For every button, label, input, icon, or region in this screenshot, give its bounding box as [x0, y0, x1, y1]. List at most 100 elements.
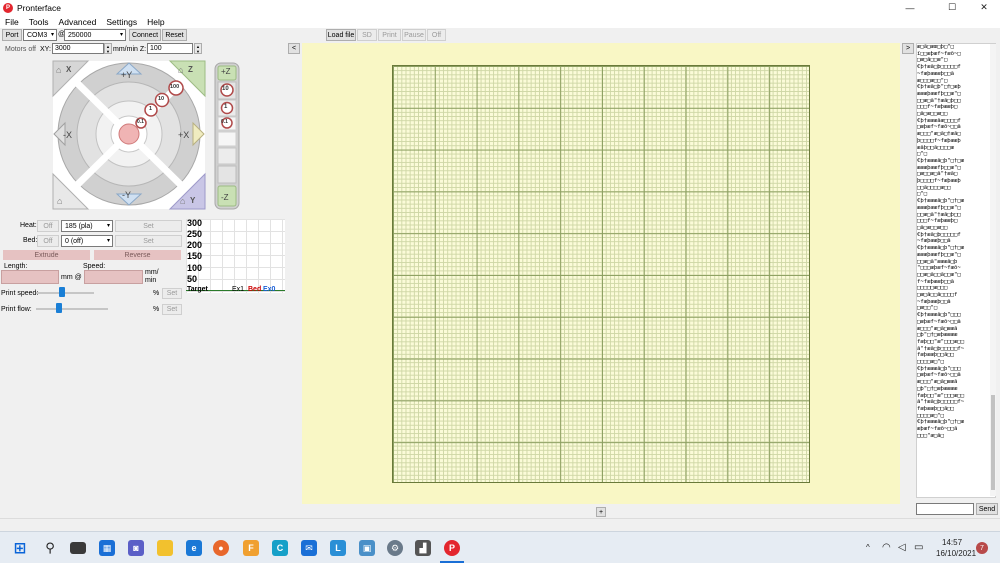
z-1-label: 1	[224, 104, 228, 110]
print-flow-slider-thumb[interactable]	[56, 303, 63, 313]
reset-button[interactable]: Reset	[162, 29, 187, 41]
console-line: □æ□ã□□ã□□□□f	[917, 292, 958, 299]
heat-label: Heat:	[20, 222, 37, 229]
legend-target: Target	[187, 286, 208, 293]
file-explorer-icon[interactable]	[157, 540, 173, 556]
volume-icon[interactable]: ◁	[898, 542, 906, 553]
pronterface-taskbar-icon[interactable]: P	[444, 540, 460, 556]
mail-icon[interactable]: ✉	[301, 540, 317, 556]
console-line: □æþæf~fæõ~□□ã	[917, 124, 961, 131]
xy-speed-spinner[interactable]: ▲ ▼	[104, 43, 112, 54]
home-x-icon[interactable]: ⌂	[56, 65, 61, 75]
menu-advanced[interactable]: Advanced	[54, 17, 102, 27]
chevron-down-icon: ▾	[50, 32, 54, 38]
speed-input[interactable]	[84, 270, 143, 284]
baud-select[interactable]: 250000 ▾	[64, 29, 126, 41]
widgets-icon[interactable]: ▦	[99, 540, 115, 556]
notification-badge[interactable]: 7	[976, 542, 988, 554]
mm-min-z-label: mm/min Z:	[113, 46, 147, 53]
clock-time[interactable]: 14:57	[942, 538, 962, 547]
print-speed-set-button[interactable]: Set	[162, 288, 182, 299]
app-c-icon[interactable]: C	[272, 540, 288, 556]
windows-start-icon[interactable]: ⊞	[12, 540, 28, 557]
console-line: €þ†æææãæ□□□□f	[917, 117, 961, 124]
length-input[interactable]	[1, 270, 59, 284]
port-button[interactable]: Port	[2, 29, 22, 41]
home-z-icon[interactable]: ⌂	[178, 65, 183, 75]
connect-button[interactable]: Connect	[129, 29, 161, 41]
clock-date[interactable]: 16/10/2021	[936, 549, 976, 558]
bed-select[interactable]: 0 (off) ▾	[61, 235, 113, 247]
console-scroll-thumb[interactable]	[991, 395, 995, 490]
battery-icon[interactable]: ▭	[914, 542, 923, 553]
console-line: f~fæþææþ□□ã	[917, 278, 955, 285]
z-speed-input[interactable]: 100	[147, 43, 193, 54]
heat-set-button[interactable]: Set	[115, 220, 182, 232]
close-icon[interactable]: ✕	[966, 0, 1000, 15]
remote-desktop-icon[interactable]: ▣	[359, 540, 375, 556]
console-line: □□æ□ã□□ã□□æ"□	[917, 271, 961, 278]
task-view-icon[interactable]	[70, 542, 86, 554]
search-icon[interactable]: ⚲	[42, 540, 58, 556]
app-f-icon[interactable]: F	[243, 540, 259, 556]
menu-file[interactable]: File	[0, 17, 24, 27]
build-plate-grid[interactable]	[392, 65, 810, 483]
z-step-1-down-button[interactable]	[217, 147, 237, 165]
off-button[interactable]: Off	[427, 29, 446, 41]
load-file-button[interactable]: Load file	[326, 29, 356, 41]
chat-icon[interactable]: ◙	[128, 540, 144, 556]
sd-button[interactable]: SD	[357, 29, 377, 41]
menu-help[interactable]: Help	[142, 17, 169, 27]
graph-tick-300: 300	[187, 218, 203, 228]
center-home-icon[interactable]	[118, 123, 140, 145]
print-button[interactable]: Print	[378, 29, 401, 41]
tray-overflow-icon[interactable]: ^	[866, 543, 870, 552]
heat-off-button[interactable]: Off	[37, 220, 59, 232]
print-flow-slider[interactable]	[36, 308, 108, 310]
print-flow-label: Print flow:	[1, 306, 32, 313]
firefox-icon[interactable]: ●	[213, 540, 229, 556]
xy-speed-input[interactable]: 3000	[52, 43, 104, 54]
pronterface-window: P Pronterface — ☐ ✕ File Tools Advanced …	[0, 0, 1000, 531]
z-step-01-down-button[interactable]	[217, 131, 237, 147]
menu-settings[interactable]: Settings	[101, 17, 142, 27]
menu-tools[interactable]: Tools	[24, 17, 54, 27]
print-flow-set-button[interactable]: Set	[162, 304, 182, 315]
home-all-icon[interactable]: ⌂	[57, 196, 62, 206]
maximize-icon[interactable]: ☐	[934, 0, 970, 15]
bed-set-button[interactable]: Set	[115, 235, 182, 247]
console-log[interactable]: æ□ã□æœ□þ□"□ ï□□æþæf~fæõ~□ □æ□ã□□æ"□ €þ†æã□þ…	[916, 43, 996, 498]
z-step-10-down-button[interactable]	[217, 165, 237, 184]
console-line: □□æ□ã"†æã□þ□□	[917, 211, 961, 218]
legend-ex0: Ex0	[263, 286, 276, 293]
extrude-button[interactable]: Extrude	[3, 250, 90, 260]
heat-select[interactable]: 185 (pla) ▾	[61, 220, 113, 232]
console-line: □□æ□ã"æææã□þ	[917, 258, 958, 265]
xy-label: XY:	[40, 46, 51, 53]
z-jog-control[interactable]	[214, 62, 240, 210]
collapse-right-button[interactable]: >	[902, 43, 914, 54]
console-line: æ□□□"æ□ã□ææã	[917, 379, 958, 386]
chevron-down-icon: ▾	[119, 32, 123, 38]
pause-button[interactable]: Pause	[402, 29, 426, 41]
add-object-button[interactable]: +	[596, 507, 606, 517]
port-select[interactable]: COM3 ▾	[23, 29, 57, 41]
reverse-button[interactable]: Reverse	[94, 250, 181, 260]
motors-off-button[interactable]: Motors off	[5, 46, 36, 53]
collapse-left-button[interactable]: <	[288, 43, 300, 54]
print-speed-slider-thumb[interactable]	[59, 287, 66, 297]
z-speed-spinner[interactable]: ▲ ▼	[194, 43, 202, 54]
command-input[interactable]	[916, 503, 974, 515]
edge-icon[interactable]: e	[186, 540, 202, 556]
console-line: □æ□□"□	[917, 305, 938, 312]
home-y-icon[interactable]: ⌂	[180, 196, 185, 206]
bed-off-button[interactable]: Off	[37, 235, 59, 247]
console-line: €þ†æã□þ□□□□□f	[917, 64, 961, 71]
minimize-icon[interactable]: —	[892, 0, 928, 15]
print-speed-label: Print speed:	[1, 290, 39, 297]
send-button[interactable]: Send	[976, 503, 998, 515]
app-tools-icon[interactable]: ▟	[415, 540, 431, 556]
wifi-icon[interactable]: ◠	[882, 542, 891, 553]
app-l-icon[interactable]: L	[330, 540, 346, 556]
settings-gear-icon[interactable]: ⚙	[387, 540, 403, 556]
